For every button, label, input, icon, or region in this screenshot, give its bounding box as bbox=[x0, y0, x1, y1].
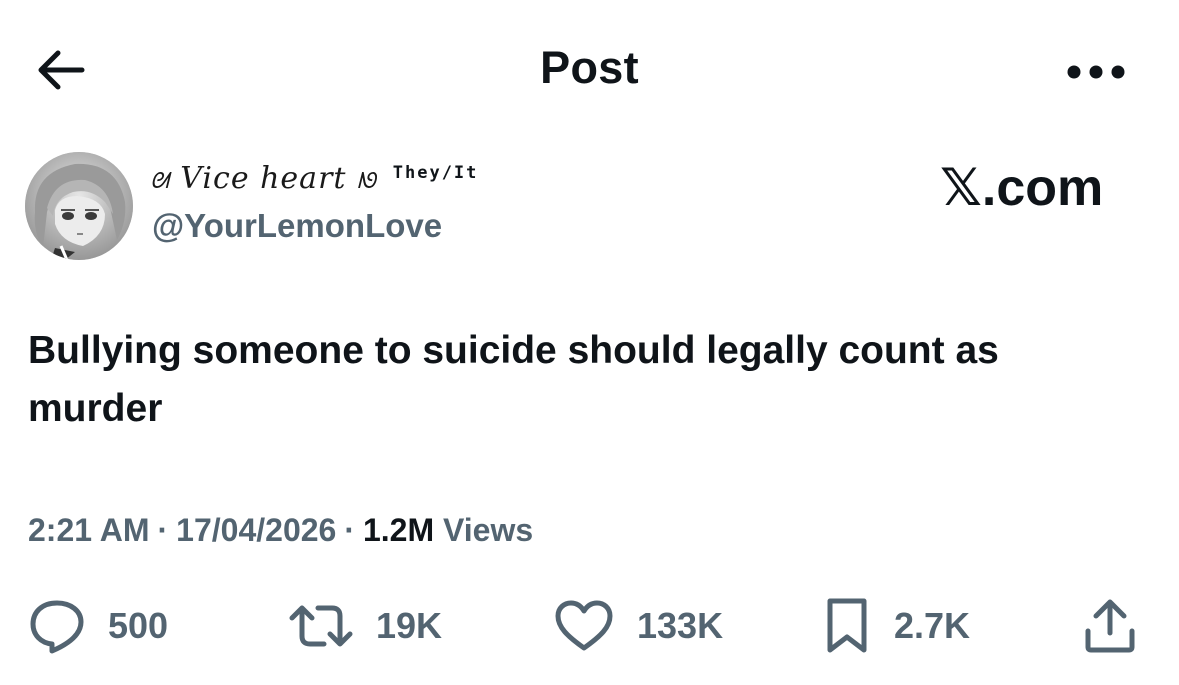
repost-button[interactable]: 19K bbox=[288, 596, 442, 656]
ellipsis-icon bbox=[1066, 64, 1126, 80]
meta-separator: · bbox=[157, 512, 169, 548]
views-count: 1.2M bbox=[362, 512, 435, 548]
display-name[interactable]: ᘛ Vice heart ᘚ bbox=[150, 161, 377, 196]
display-name-row: ᘛ Vice heart ᘚ They/It bbox=[150, 158, 478, 198]
avatar[interactable] bbox=[25, 152, 133, 260]
post-time[interactable]: 2:21 AM bbox=[28, 512, 150, 548]
pronouns-label: They/It bbox=[392, 163, 479, 183]
author-handle[interactable]: @YourLemonLove bbox=[152, 207, 442, 245]
post-text: Bullying someone to suicide should legal… bbox=[28, 329, 999, 430]
bookmark-count: 2.7K bbox=[894, 605, 971, 646]
post-meta: 2:21 AM · 17/04/2026 · 1.2M Views bbox=[28, 512, 533, 549]
bookmark-icon bbox=[822, 596, 872, 656]
meta-separator: · bbox=[344, 512, 355, 548]
share-button[interactable] bbox=[1082, 596, 1138, 656]
page-title: Post bbox=[540, 42, 639, 93]
like-count: 133K bbox=[637, 605, 724, 646]
wing-left-icon: ᘛ bbox=[150, 168, 170, 194]
reply-icon bbox=[28, 598, 86, 654]
repost-count: 19K bbox=[376, 605, 443, 646]
heart-icon bbox=[553, 598, 615, 654]
x-com-label: 𝕏.com bbox=[940, 159, 1104, 217]
like-button[interactable]: 133K bbox=[553, 596, 723, 656]
views-label: Views bbox=[443, 512, 534, 548]
post-date[interactable]: 17/04/2026 bbox=[176, 512, 336, 548]
reply-button[interactable]: 500 bbox=[28, 596, 168, 656]
reply-count: 500 bbox=[108, 605, 169, 646]
more-options-button[interactable] bbox=[1060, 52, 1132, 92]
share-icon bbox=[1082, 597, 1138, 655]
bookmark-button[interactable]: 2.7K bbox=[822, 596, 970, 656]
wing-right-icon: ᘚ bbox=[357, 168, 377, 194]
repost-icon bbox=[288, 600, 354, 652]
